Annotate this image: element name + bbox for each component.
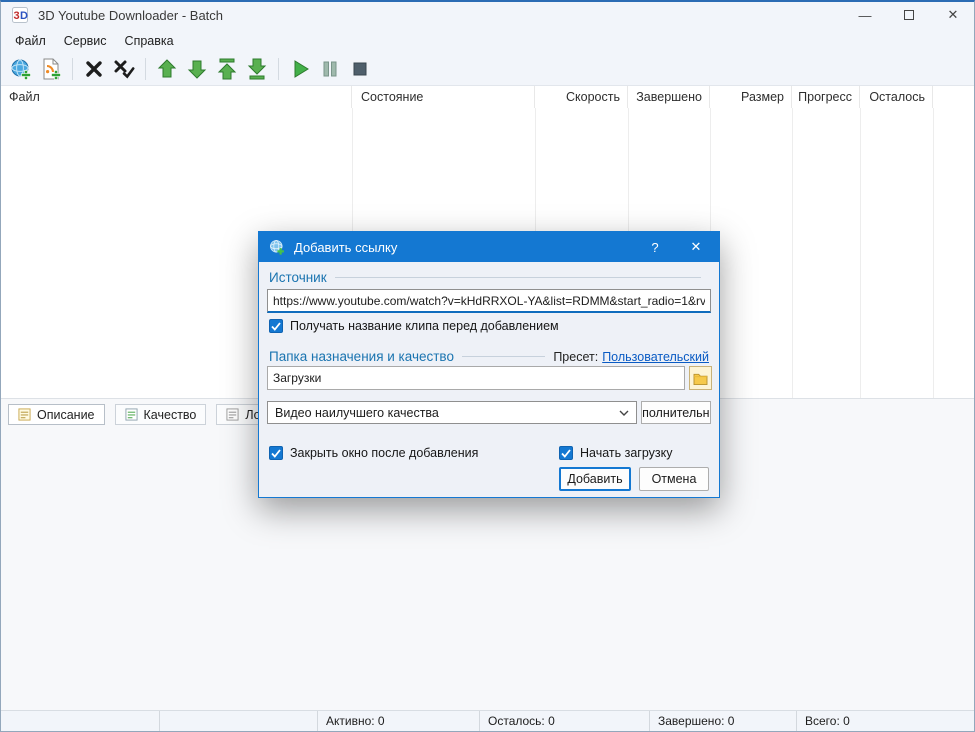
url-input[interactable] <box>267 289 711 313</box>
status-total: Всего: 0 <box>797 711 975 732</box>
delete-button[interactable] <box>79 55 109 83</box>
svg-text:3: 3 <box>14 10 20 22</box>
close-after-checkbox[interactable]: Закрыть окно после добавления <box>269 446 478 460</box>
add-url-icon <box>10 58 32 80</box>
window-controls: — ✕ <box>843 0 975 30</box>
status-active: Активно: 0 <box>318 711 480 732</box>
tab-quality[interactable]: Качество <box>115 404 207 425</box>
preset-link[interactable]: Пользовательский <box>602 350 709 364</box>
move-down-icon <box>186 58 208 80</box>
preset-label: Пресет: <box>553 350 598 364</box>
checkbox-checked-icon <box>559 446 573 460</box>
column-header-state[interactable]: Состояние <box>352 86 535 108</box>
svg-text:D: D <box>20 10 28 22</box>
quality-select[interactable]: Видео наилучшего качества <box>267 401 637 424</box>
move-to-bottom-button[interactable] <box>242 55 272 83</box>
column-divider <box>860 108 861 398</box>
status-remaining: Осталось: 0 <box>480 711 650 732</box>
destination-group: Папка назначения и качество Пресет: Поль… <box>269 349 709 364</box>
fetch-title-checkbox[interactable]: Получать название клипа перед добавление… <box>269 319 559 333</box>
log-icon <box>226 408 239 421</box>
move-to-top-button[interactable] <box>212 55 242 83</box>
checkbox-checked-icon <box>269 446 283 460</box>
close-button[interactable]: ✕ <box>931 0 975 30</box>
minimize-icon: — <box>859 8 872 23</box>
titlebar: 3 D 3D Youtube Downloader - Batch — ✕ <box>0 0 975 30</box>
source-group: Источник <box>269 270 709 285</box>
start-download-checkbox[interactable]: Начать загрузку <box>559 446 673 460</box>
close-icon: ✕ <box>948 7 959 23</box>
pause-download-button[interactable] <box>315 55 345 83</box>
advanced-button[interactable]: Дополнительные <box>641 401 711 424</box>
column-header-speed[interactable]: Скорость <box>535 86 628 108</box>
dialog-title: Добавить ссылку <box>294 240 637 255</box>
stop-download-button[interactable] <box>345 55 375 83</box>
status-completed: Завершено: 0 <box>650 711 797 732</box>
column-header-size[interactable]: Размер <box>710 86 792 108</box>
checkbox-checked-icon <box>269 319 283 333</box>
menu-help[interactable]: Справка <box>116 31 183 51</box>
status-segment <box>160 711 318 732</box>
dialog-close-button[interactable]: ✕ <box>673 232 719 262</box>
group-divider <box>462 356 545 357</box>
column-header-progress[interactable]: Прогресс <box>792 86 860 108</box>
quality-icon <box>125 408 138 421</box>
delete-icon <box>83 58 105 80</box>
add-link-icon <box>269 239 285 255</box>
status-segment <box>0 711 160 732</box>
dialog-help-button[interactable]: ? <box>637 232 673 262</box>
dialog-titlebar: Добавить ссылку ? ✕ <box>259 232 719 262</box>
chevron-down-icon <box>619 410 629 416</box>
destination-group-label: Папка назначения и качество <box>269 349 454 364</box>
add-url-button[interactable] <box>6 55 36 83</box>
window-title: 3D Youtube Downloader - Batch <box>38 8 223 23</box>
toolbar-separator <box>278 58 279 80</box>
toolbar-separator <box>72 58 73 80</box>
move-up-button[interactable] <box>152 55 182 83</box>
add-button[interactable]: Добавить <box>559 467 631 491</box>
move-to-top-icon <box>216 58 238 80</box>
column-header-file[interactable]: Файл <box>0 86 352 108</box>
tab-description[interactable]: Описание <box>8 404 105 425</box>
column-divider <box>792 108 793 398</box>
play-icon <box>289 58 311 80</box>
app-icon: 3 D <box>12 7 28 23</box>
maximize-icon <box>904 10 914 20</box>
toolbar <box>0 52 975 86</box>
menubar: Файл Сервис Справка <box>0 30 975 52</box>
add-batch-icon <box>40 58 62 80</box>
delete-completed-button[interactable] <box>109 55 139 83</box>
delete-completed-icon <box>112 58 136 80</box>
dialog-body: Источник Получать название клипа перед д… <box>259 262 719 497</box>
folder-input[interactable] <box>267 366 685 390</box>
browse-folder-button[interactable] <box>689 366 712 390</box>
column-header-empty <box>933 86 975 108</box>
move-down-button[interactable] <box>182 55 212 83</box>
column-header-remaining[interactable]: Осталось <box>860 86 933 108</box>
folder-icon <box>693 372 708 385</box>
column-divider <box>933 108 934 398</box>
description-icon <box>18 408 31 421</box>
group-divider <box>335 277 701 278</box>
start-download-button[interactable] <box>285 55 315 83</box>
move-up-icon <box>156 58 178 80</box>
maximize-button[interactable] <box>887 0 931 30</box>
toolbar-separator <box>145 58 146 80</box>
add-link-dialog: Добавить ссылку ? ✕ Источник Получать на… <box>258 231 720 498</box>
move-to-bottom-icon <box>246 58 268 80</box>
source-group-label: Источник <box>269 270 327 285</box>
stop-icon <box>349 58 371 80</box>
cancel-button[interactable]: Отмена <box>639 467 709 491</box>
table-header: Файл Состояние Скорость Завершено Размер… <box>0 86 975 108</box>
menu-file[interactable]: Файл <box>6 31 55 51</box>
pause-icon <box>319 58 341 80</box>
column-header-done[interactable]: Завершено <box>628 86 710 108</box>
minimize-button[interactable]: — <box>843 0 887 30</box>
menu-service[interactable]: Сервис <box>55 31 116 51</box>
add-batch-button[interactable] <box>36 55 66 83</box>
statusbar: Активно: 0 Осталось: 0 Завершено: 0 Всег… <box>0 710 975 732</box>
app-window: 3 D 3D Youtube Downloader - Batch — ✕ Фа… <box>0 0 975 732</box>
